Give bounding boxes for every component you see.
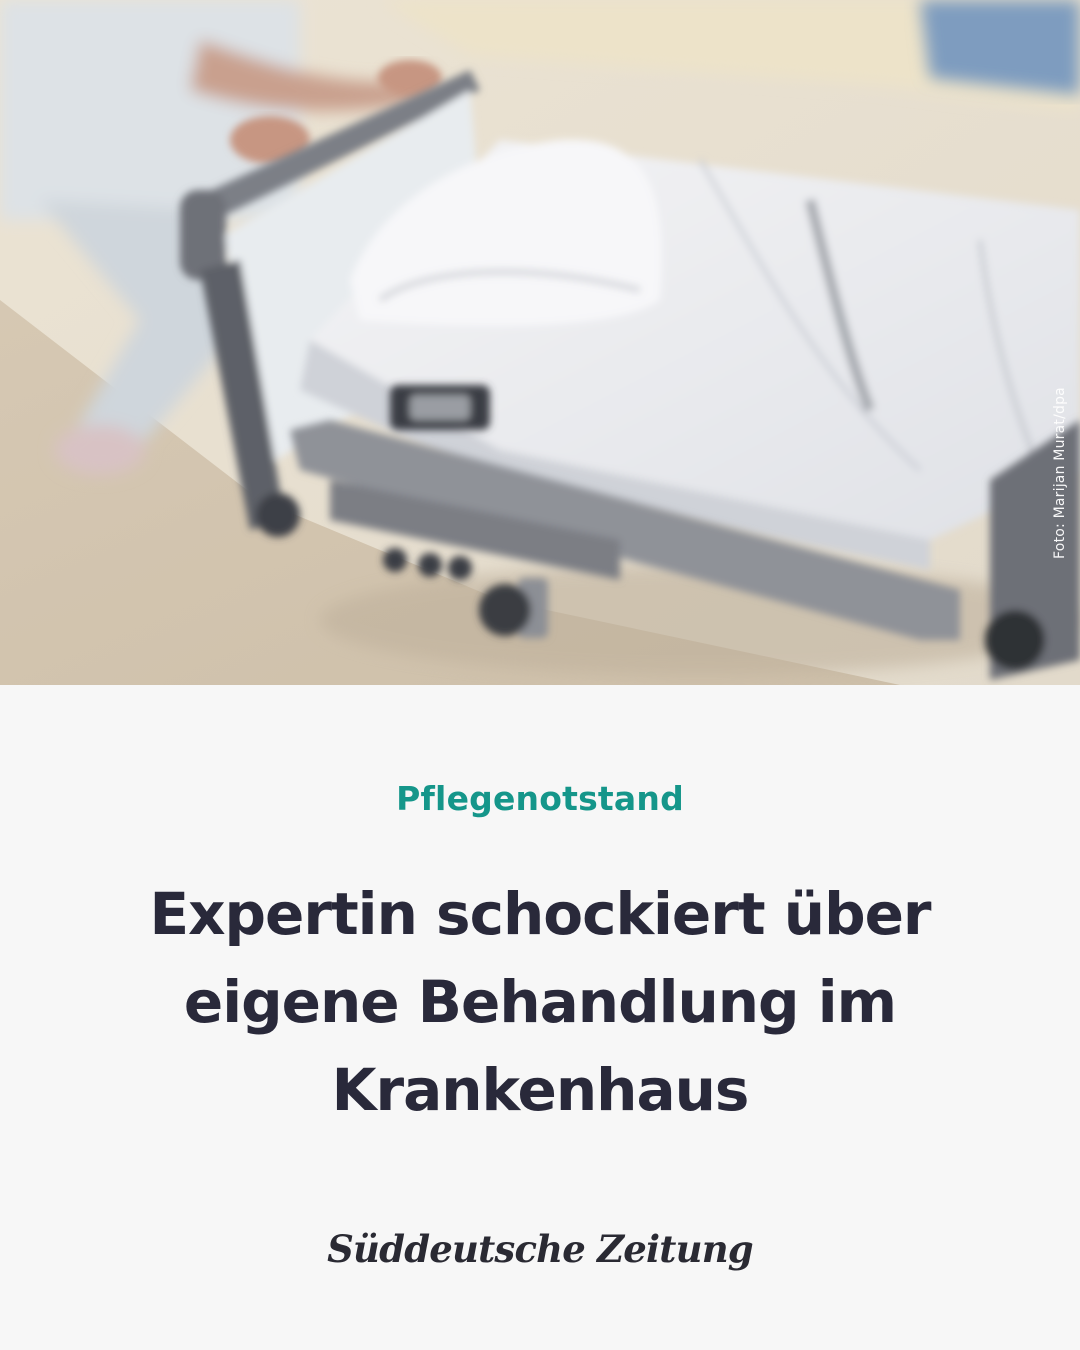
post-card: Foto: Marijan Murat/dpa Pflegenotstand E… bbox=[0, 0, 1080, 1350]
publisher-logo: Süddeutsche Zeitung bbox=[327, 1227, 754, 1271]
photo-credit-text: Foto: Marijan Murat/dpa bbox=[1052, 386, 1069, 559]
headline: Expertin schockiert über eigene Behandlu… bbox=[149, 880, 931, 1124]
topic-kicker: Pflegenotstand bbox=[396, 779, 684, 818]
article-teaser: Pflegenotstand Expertin schockiert über … bbox=[0, 685, 1080, 1350]
hero-photo: Foto: Marijan Murat/dpa bbox=[0, 0, 1080, 685]
photo-credit: Foto: Marijan Murat/dpa bbox=[1050, 370, 1070, 575]
